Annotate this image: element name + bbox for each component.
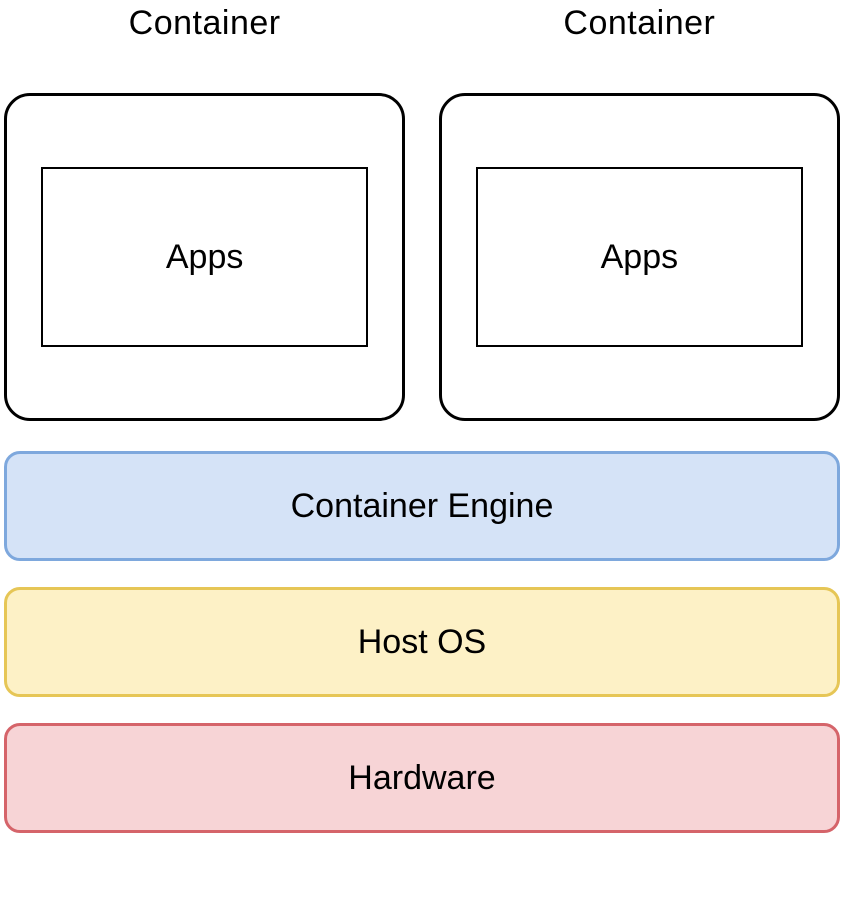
apps-label-2: Apps (601, 238, 679, 277)
host-os-layer: Host OS (4, 587, 840, 697)
container-box-1: Apps (4, 93, 405, 421)
hardware-text: Hardware (348, 759, 495, 798)
apps-box-2: Apps (476, 167, 803, 347)
container-box-2: Apps (439, 93, 840, 421)
containers-row: Apps Apps (4, 93, 840, 421)
apps-box-1: Apps (41, 167, 368, 347)
container-engine-text: Container Engine (291, 487, 554, 526)
apps-label-1: Apps (166, 238, 244, 277)
container-architecture-diagram: Container Container Apps Apps Container … (4, 0, 840, 833)
container-label-1: Container (4, 4, 405, 43)
host-os-text: Host OS (358, 623, 486, 662)
container-engine-layer: Container Engine (4, 451, 840, 561)
container-labels-row: Container Container (4, 4, 840, 43)
container-label-2: Container (439, 4, 840, 43)
hardware-layer: Hardware (4, 723, 840, 833)
